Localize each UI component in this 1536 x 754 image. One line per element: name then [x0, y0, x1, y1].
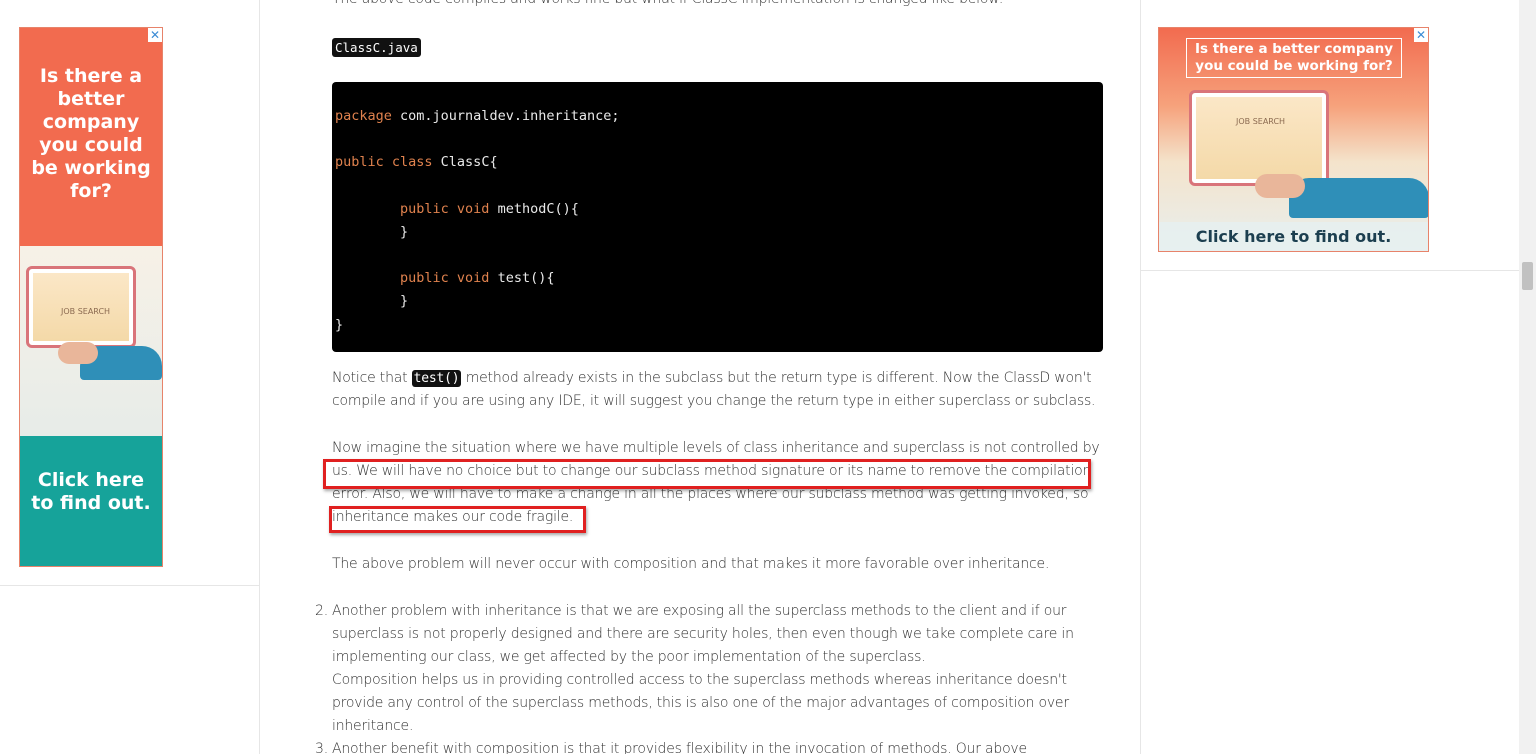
list-item-text: Another benefit with composition is that… [332, 741, 1027, 754]
left-ad-banner[interactable]: Is there a better company you could be w… [19, 27, 163, 567]
code-line: } [335, 224, 409, 240]
code-line: public class ClassC{ [335, 154, 498, 170]
sleeve-illustration [1289, 178, 1428, 218]
page-scrollbar[interactable] [1519, 0, 1536, 754]
right-ad-cta[interactable]: Click here to find out. [1159, 222, 1428, 251]
job-search-label: JOB SEARCH [1236, 117, 1286, 126]
left-ad-headline[interactable]: Is there a better company you could be w… [20, 28, 162, 246]
highlight-box-compilation-error [323, 459, 1091, 489]
left-ad-close-icon[interactable]: ✕ [148, 28, 162, 42]
paragraph-composition-favorable: The above problem will never occur with … [332, 556, 1050, 572]
cut-off-paragraph: The above code compiles and works fine b… [332, 0, 1003, 11]
list-item-text: Another problem with inheritance is that… [332, 603, 1074, 665]
list-item: 3. Another benefit with composition is t… [315, 738, 1104, 754]
scrollbar-thumb[interactable] [1522, 262, 1533, 290]
code-line: public void methodC(){ [335, 201, 579, 217]
paragraph-return-type: Notice that test() method already exists… [332, 370, 1096, 409]
code-line: } [335, 293, 409, 309]
list-number: 3. [315, 741, 328, 754]
list-item: 2. Another problem with inheritance is t… [315, 600, 1104, 738]
hand-illustration [1255, 174, 1305, 198]
job-search-label: JOB SEARCH [61, 307, 111, 316]
hand-illustration [58, 342, 98, 364]
left-ad-cta[interactable]: Click here to find out. [20, 436, 162, 566]
left-divider [0, 585, 259, 586]
left-sidebar: Is there a better company you could be w… [0, 0, 260, 754]
right-divider [1141, 270, 1521, 271]
inline-code-test: test() [411, 370, 462, 387]
laptop-illustration: JOB SEARCH [1189, 90, 1329, 186]
right-ad-banner[interactable]: Is there a better company you could be w… [1158, 27, 1429, 252]
right-ad-headline[interactable]: Is there a better company you could be w… [1186, 38, 1402, 78]
code-block: package com.journaldev.inheritance; publ… [332, 82, 1103, 352]
right-ad-close-icon[interactable]: ✕ [1414, 28, 1428, 42]
left-ad-image[interactable]: JOB SEARCH [20, 246, 162, 436]
code-line: package com.journaldev.inheritance; [335, 108, 620, 124]
list-number: 2. [315, 603, 328, 619]
code-line: public void test(){ [335, 270, 555, 286]
laptop-illustration: JOB SEARCH [26, 266, 136, 348]
list-item-text-2: Composition helps us in providing contro… [332, 672, 1069, 734]
highlight-box-code-fragile [329, 506, 586, 533]
file-name-label: ClassC.java [332, 38, 421, 57]
code-line: } [335, 317, 344, 333]
